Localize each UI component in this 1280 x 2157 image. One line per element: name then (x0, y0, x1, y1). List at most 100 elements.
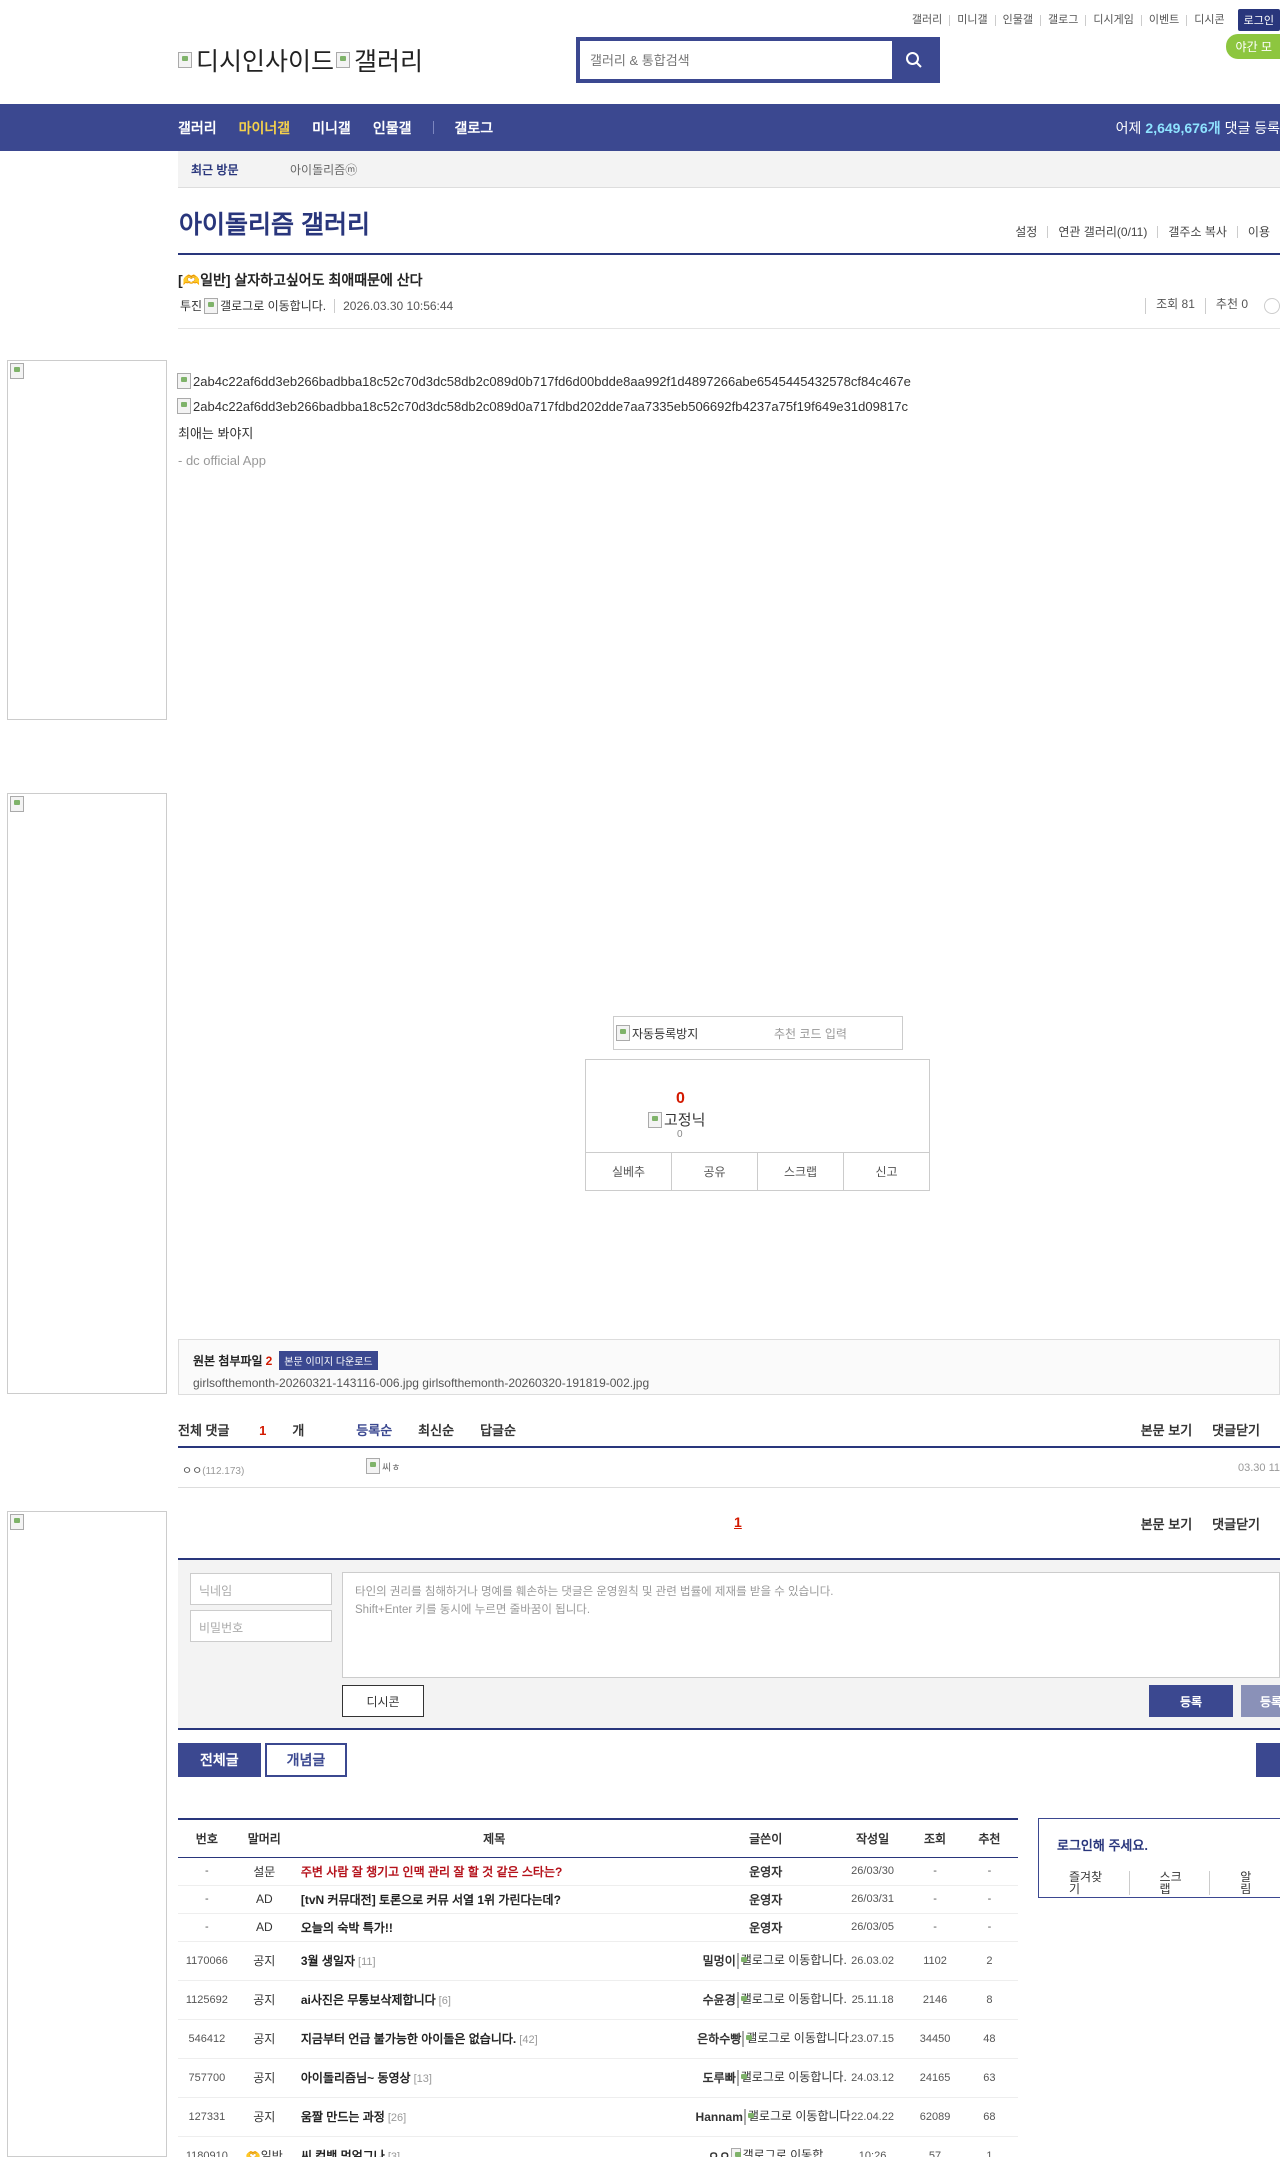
table-row[interactable]: 757700 공지 아이돌리즘님~ 동영상 [13] 도루빠 갤로그로 이동합니다. 24.… (178, 2058, 1018, 2098)
gallog-icon[interactable] (204, 297, 219, 314)
post-writer-cell[interactable]: 운영자 (695, 1913, 836, 1942)
post-writer-name[interactable]: 은하수빵 (697, 2030, 741, 2047)
captcha-input[interactable]: 추천 코드 입력 (764, 1025, 847, 1042)
password-field[interactable]: 비밀번호 (190, 1610, 332, 1642)
nickname-field[interactable]: 닉네임 (190, 1573, 332, 1605)
close-comments-button[interactable]: 댓글닫기 (1212, 1420, 1260, 1447)
post-writer-name[interactable]: 수윤경 (703, 1991, 736, 2008)
post-title-link-cell[interactable]: [tvN 커뮤대전] 토론으로 커뮤 서열 1위 가린다는데? (292, 1885, 696, 1914)
post-image-1[interactable]: 2ab4c22af6dd3eb266badbba18c52c70d3dc58db… (177, 373, 911, 389)
reply-count[interactable]: [13] (414, 2073, 432, 2085)
report-button[interactable]: 신고 (843, 1153, 929, 1190)
notification-link[interactable]: 알림 (1209, 1871, 1280, 1895)
attachment-file-names[interactable]: girlsofthemonth-20260321-143116-006.jpg … (193, 1376, 1265, 1390)
reply-count[interactable]: [6] (439, 1995, 451, 2007)
related-gallery-link[interactable]: 연관 갤러리(0/11) (1047, 226, 1157, 238)
post-writer-cell[interactable]: Hannam 갤로그로 이동합니다. (695, 2097, 854, 2137)
write-post-button[interactable] (1256, 1743, 1280, 1777)
site-logo[interactable]: 디시인사이드 갤러리 (178, 42, 423, 78)
left-ad-banner[interactable] (7, 1511, 167, 2157)
post-title-link-cell[interactable]: 아이돌리즘님~ 동영상 [13] (292, 2058, 696, 2098)
scrap-button[interactable]: 스크랩 (757, 1153, 843, 1190)
table-row[interactable]: 546412 공지 지금부터 언급 불가능한 아이돌은 없습니다. [42] 은하수빵 갤… (178, 2019, 1018, 2059)
gallog-link[interactable]: 갤로그로 이동합니다. (743, 2108, 854, 2125)
nav-person-gallery[interactable]: 인물갤 (373, 118, 412, 138)
table-row[interactable]: - AD [tvN 커뮤대전] 토론으로 커뮤 서열 1위 가린다는데? 운영자 26/… (178, 1885, 1018, 1914)
copy-address-link[interactable]: 갤주소 복사 (1157, 226, 1237, 238)
scrap-link[interactable]: 스크랩 (1128, 1871, 1210, 1895)
search-input[interactable] (580, 41, 892, 79)
recent-visit-gallery[interactable]: 아이돌리즘ⓜ (290, 161, 357, 178)
nav-gallery[interactable]: 갤러리 (178, 118, 217, 138)
util-link-mini[interactable]: 미니갤 (949, 14, 994, 26)
post-writer-name[interactable]: ㅇㅇ (708, 2147, 730, 2157)
gallog-link[interactable]: 갤로그로 이동합니다. (742, 2030, 852, 2047)
post-title-link-cell[interactable]: 오늘의 숙박 특가!! (292, 1913, 696, 1942)
reply-count[interactable]: [42] (519, 2034, 537, 2046)
table-row[interactable]: - 설문 주변 사람 잘 챙기고 인맥 관리 잘 할 것 같은 스타는? 운영자 26/… (178, 1857, 1018, 1886)
post-writer-name[interactable]: 도루빠 (703, 2069, 736, 2086)
comment-writer[interactable]: ㅇㅇ(112.173) (182, 1462, 244, 1478)
login-prompt[interactable]: 로그인해 주세요. (1057, 1835, 1148, 1854)
gallog-link[interactable]: 갤로그로 이동합니다. (736, 1991, 847, 2008)
night-mode-toggle[interactable]: 야간 모 (1225, 34, 1280, 59)
util-link-gallog[interactable]: 갤로그 (1040, 14, 1085, 26)
post-writer[interactable]: 투진 (180, 297, 202, 314)
post-writer-cell[interactable]: 수윤경 갤로그로 이동합니다. (695, 1980, 847, 2020)
table-row[interactable]: 1180910 🫶일반 씨 컴백 멈얼그나 [3] ㅇㅇ 갤로그로 이동합 10:26 57 1 (178, 2136, 1018, 2157)
view-body-button[interactable]: 본문 보기 (1141, 1420, 1192, 1447)
nav-mini-gallery[interactable]: 미니갤 (312, 118, 351, 138)
util-link-gallery[interactable]: 갤러리 (905, 14, 949, 26)
post-writer-name[interactable]: Hannam (696, 2110, 743, 2124)
left-ad-banner[interactable] (7, 793, 167, 1394)
tab-all-posts[interactable]: 전체글 (178, 1743, 261, 1777)
sort-latest[interactable]: 최신순 (418, 1420, 454, 1447)
post-writer-name[interactable]: 밀멍이 (703, 1952, 736, 1969)
post-title-link-cell[interactable]: 주변 사람 잘 챙기고 인맥 관리 잘 할 것 같은 스타는? (292, 1857, 696, 1886)
post-image-2[interactable]: 2ab4c22af6dd3eb266badbba18c52c70d3dc58db… (177, 398, 908, 414)
util-link-person[interactable]: 인물갤 (994, 14, 1040, 26)
recent-visit-title[interactable]: 최근 방문 (178, 161, 290, 178)
post-writer-cell[interactable]: ㅇㅇ 갤로그로 이동합 (695, 2136, 836, 2157)
post-writer-cell[interactable]: 운영자 (695, 1885, 836, 1914)
gallog-link[interactable]: 갤로그로 이동합니다. (736, 2069, 847, 2086)
post-writer-name[interactable]: 운영자 (749, 1863, 782, 1880)
comment-count-icon[interactable] (1264, 298, 1280, 314)
table-row[interactable]: 1125692 공지 ai사진은 무통보삭제합니다 [6] 수윤경 갤로그로 이동합니다.… (178, 1980, 1018, 2020)
sort-replies[interactable]: 답글순 (480, 1420, 516, 1447)
post-writer-name[interactable]: 운영자 (749, 1891, 782, 1908)
tab-concept-posts[interactable]: 개념글 (264, 1743, 348, 1777)
table-row[interactable]: 127331 공지 움짤 만드는 과정 [26] Hannam 갤로그로 이동합니다. 22… (178, 2097, 1018, 2137)
share-button[interactable]: 공유 (671, 1153, 757, 1190)
reply-count[interactable]: [26] (388, 2112, 406, 2124)
util-link-game[interactable]: 디시게임 (1085, 14, 1140, 26)
search-button[interactable] (892, 41, 936, 79)
gallog-link[interactable]: 갤로그로 이동합 (731, 2147, 823, 2157)
gallery-title[interactable]: 아이돌리즘 갤러리 (179, 205, 370, 241)
reply-count[interactable]: [3] (388, 2151, 400, 2157)
post-title-link-cell[interactable]: ai사진은 무통보삭제합니다 [6] (292, 1980, 696, 2020)
table-row[interactable]: 1170066 공지 3월 생일자 [11] 밀멍이 갤로그로 이동합니다. 26.03.0… (178, 1941, 1018, 1981)
post-title-link-cell[interactable]: 씨 컴백 멈얼그나 [3] (292, 2136, 696, 2157)
nav-minor-gallery[interactable]: 마이너갤 (239, 118, 291, 138)
post-writer-cell[interactable]: 운영자 (695, 1857, 836, 1886)
reply-count[interactable]: [11] (358, 1956, 376, 1968)
post-writer-cell[interactable]: 은하수빵 갤로그로 이동합니다. (695, 2019, 852, 2059)
download-images-button[interactable]: 본문 이미지 다운로드 (279, 1351, 378, 1370)
comment-dccon[interactable]: 씨ㅎ (366, 1458, 400, 1474)
post-writer-cell[interactable]: 밀멍이 갤로그로 이동합니다. (695, 1941, 847, 1981)
submit-recommend-button[interactable]: 등록 (1241, 1685, 1280, 1717)
post-writer-cell[interactable]: 도루빠 갤로그로 이동합니다. (695, 2058, 847, 2098)
table-row[interactable]: - AD 오늘의 숙박 특가!! 운영자 26/03/05 - - (178, 1913, 1018, 1942)
nav-gallog[interactable]: 갤로그 (454, 118, 493, 138)
login-button[interactable]: 로그인 (1237, 9, 1280, 31)
util-link-event[interactable]: 이벤트 (1140, 14, 1186, 26)
favorites-link[interactable]: 즐겨찾기 (1039, 1871, 1129, 1895)
post-title-link-cell[interactable]: 3월 생일자 [11] (292, 1941, 696, 1981)
post-title-link-cell[interactable]: 움짤 만드는 과정 [26] (292, 2097, 696, 2137)
usage-link[interactable]: 이용 (1236, 226, 1280, 238)
gallog-link[interactable]: 갤로그로 이동합니다. (736, 1952, 847, 1969)
util-link-dccon[interactable]: 디시콘 (1186, 14, 1231, 26)
post-title-link-cell[interactable]: 지금부터 언급 불가능한 아이돌은 없습니다. [42] (292, 2019, 696, 2059)
close-comments-button[interactable]: 댓글닫기 (1212, 1514, 1260, 1533)
